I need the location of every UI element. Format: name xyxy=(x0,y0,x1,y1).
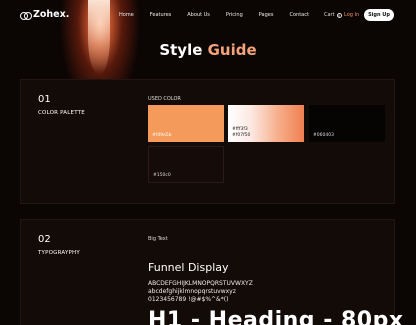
uppercase-letters: ABCDEFGHIJKLMNOPQRSTUVWXYZ xyxy=(148,280,253,287)
signup-button[interactable]: Sign Up xyxy=(364,9,394,21)
section-name: TYPOGRAYPHY xyxy=(38,250,80,256)
brand-logo[interactable]: Zohex. xyxy=(20,9,69,20)
swatch-hex-line1: #fff3f3 xyxy=(232,127,248,132)
digits-symbols: 0123456789 !@#$%^&*() xyxy=(148,296,229,303)
brand-name: Zohex. xyxy=(33,9,70,20)
nav-link-pages[interactable]: Pages xyxy=(259,12,274,18)
swatch-hex: #fff3f3 #f07f50 xyxy=(232,127,250,138)
cart-count-badge: 0 xyxy=(336,12,342,18)
swatch-hex: #f49a5b xyxy=(152,132,172,138)
color-swatch-surface: #150c0 xyxy=(148,146,224,183)
nav-link-about-us[interactable]: About Us xyxy=(187,12,210,18)
nav-links: Home Features About Us Pricing Pages Con… xyxy=(119,12,325,18)
swatch-hex-line2: #f07f50 xyxy=(232,132,251,138)
section-number: 02 xyxy=(38,234,51,245)
character-set: ABCDEFGHIJKLMNOPQRSTUVWXYZ abcdefghijklm… xyxy=(148,280,253,304)
login-link[interactable]: Log In xyxy=(344,12,359,18)
lowercase-letters: abcdefghijklmnopqrstuvwxyz xyxy=(148,288,236,295)
section-number: 01 xyxy=(38,94,51,105)
swatch-hex: #150c0 xyxy=(153,172,171,178)
nav-link-contact[interactable]: Contact xyxy=(289,12,308,18)
nav-link-features[interactable]: Features xyxy=(150,12,172,18)
cart-button[interactable]: Cart 0 xyxy=(324,12,342,18)
top-navbar: Zohex. Home Features About Us Pricing Pa… xyxy=(0,0,416,30)
used-color-label: USED COLOR xyxy=(148,96,181,102)
color-palette-section: 01 COLOR PALETTE USED COLOR #f49a5b #fff… xyxy=(20,79,395,204)
page-title: Style Guide xyxy=(0,41,416,59)
color-swatch-dark: #060403 xyxy=(309,105,385,142)
cart-label: Cart xyxy=(324,12,335,18)
section-name: COLOR PALETTE xyxy=(38,110,85,116)
color-swatch-gradient: #fff3f3 #f07f50 xyxy=(228,105,304,142)
page-title-highlight: Guide xyxy=(207,41,257,59)
typography-section: 02 TYPOGRAYPHY Big Text Funnel Display A… xyxy=(20,219,403,325)
heading-sample: H1 - Heading - 80px xyxy=(148,308,404,325)
font-family-name: Funnel Display xyxy=(148,261,229,274)
nav-link-pricing[interactable]: Pricing xyxy=(226,12,243,18)
big-text-label: Big Text xyxy=(148,236,168,242)
page-title-part1: Style xyxy=(159,41,208,59)
color-swatch-primary: #f49a5b xyxy=(148,105,224,142)
logo-icon xyxy=(20,10,32,20)
nav-link-home[interactable]: Home xyxy=(119,12,134,18)
swatch-hex: #060403 xyxy=(313,132,334,138)
